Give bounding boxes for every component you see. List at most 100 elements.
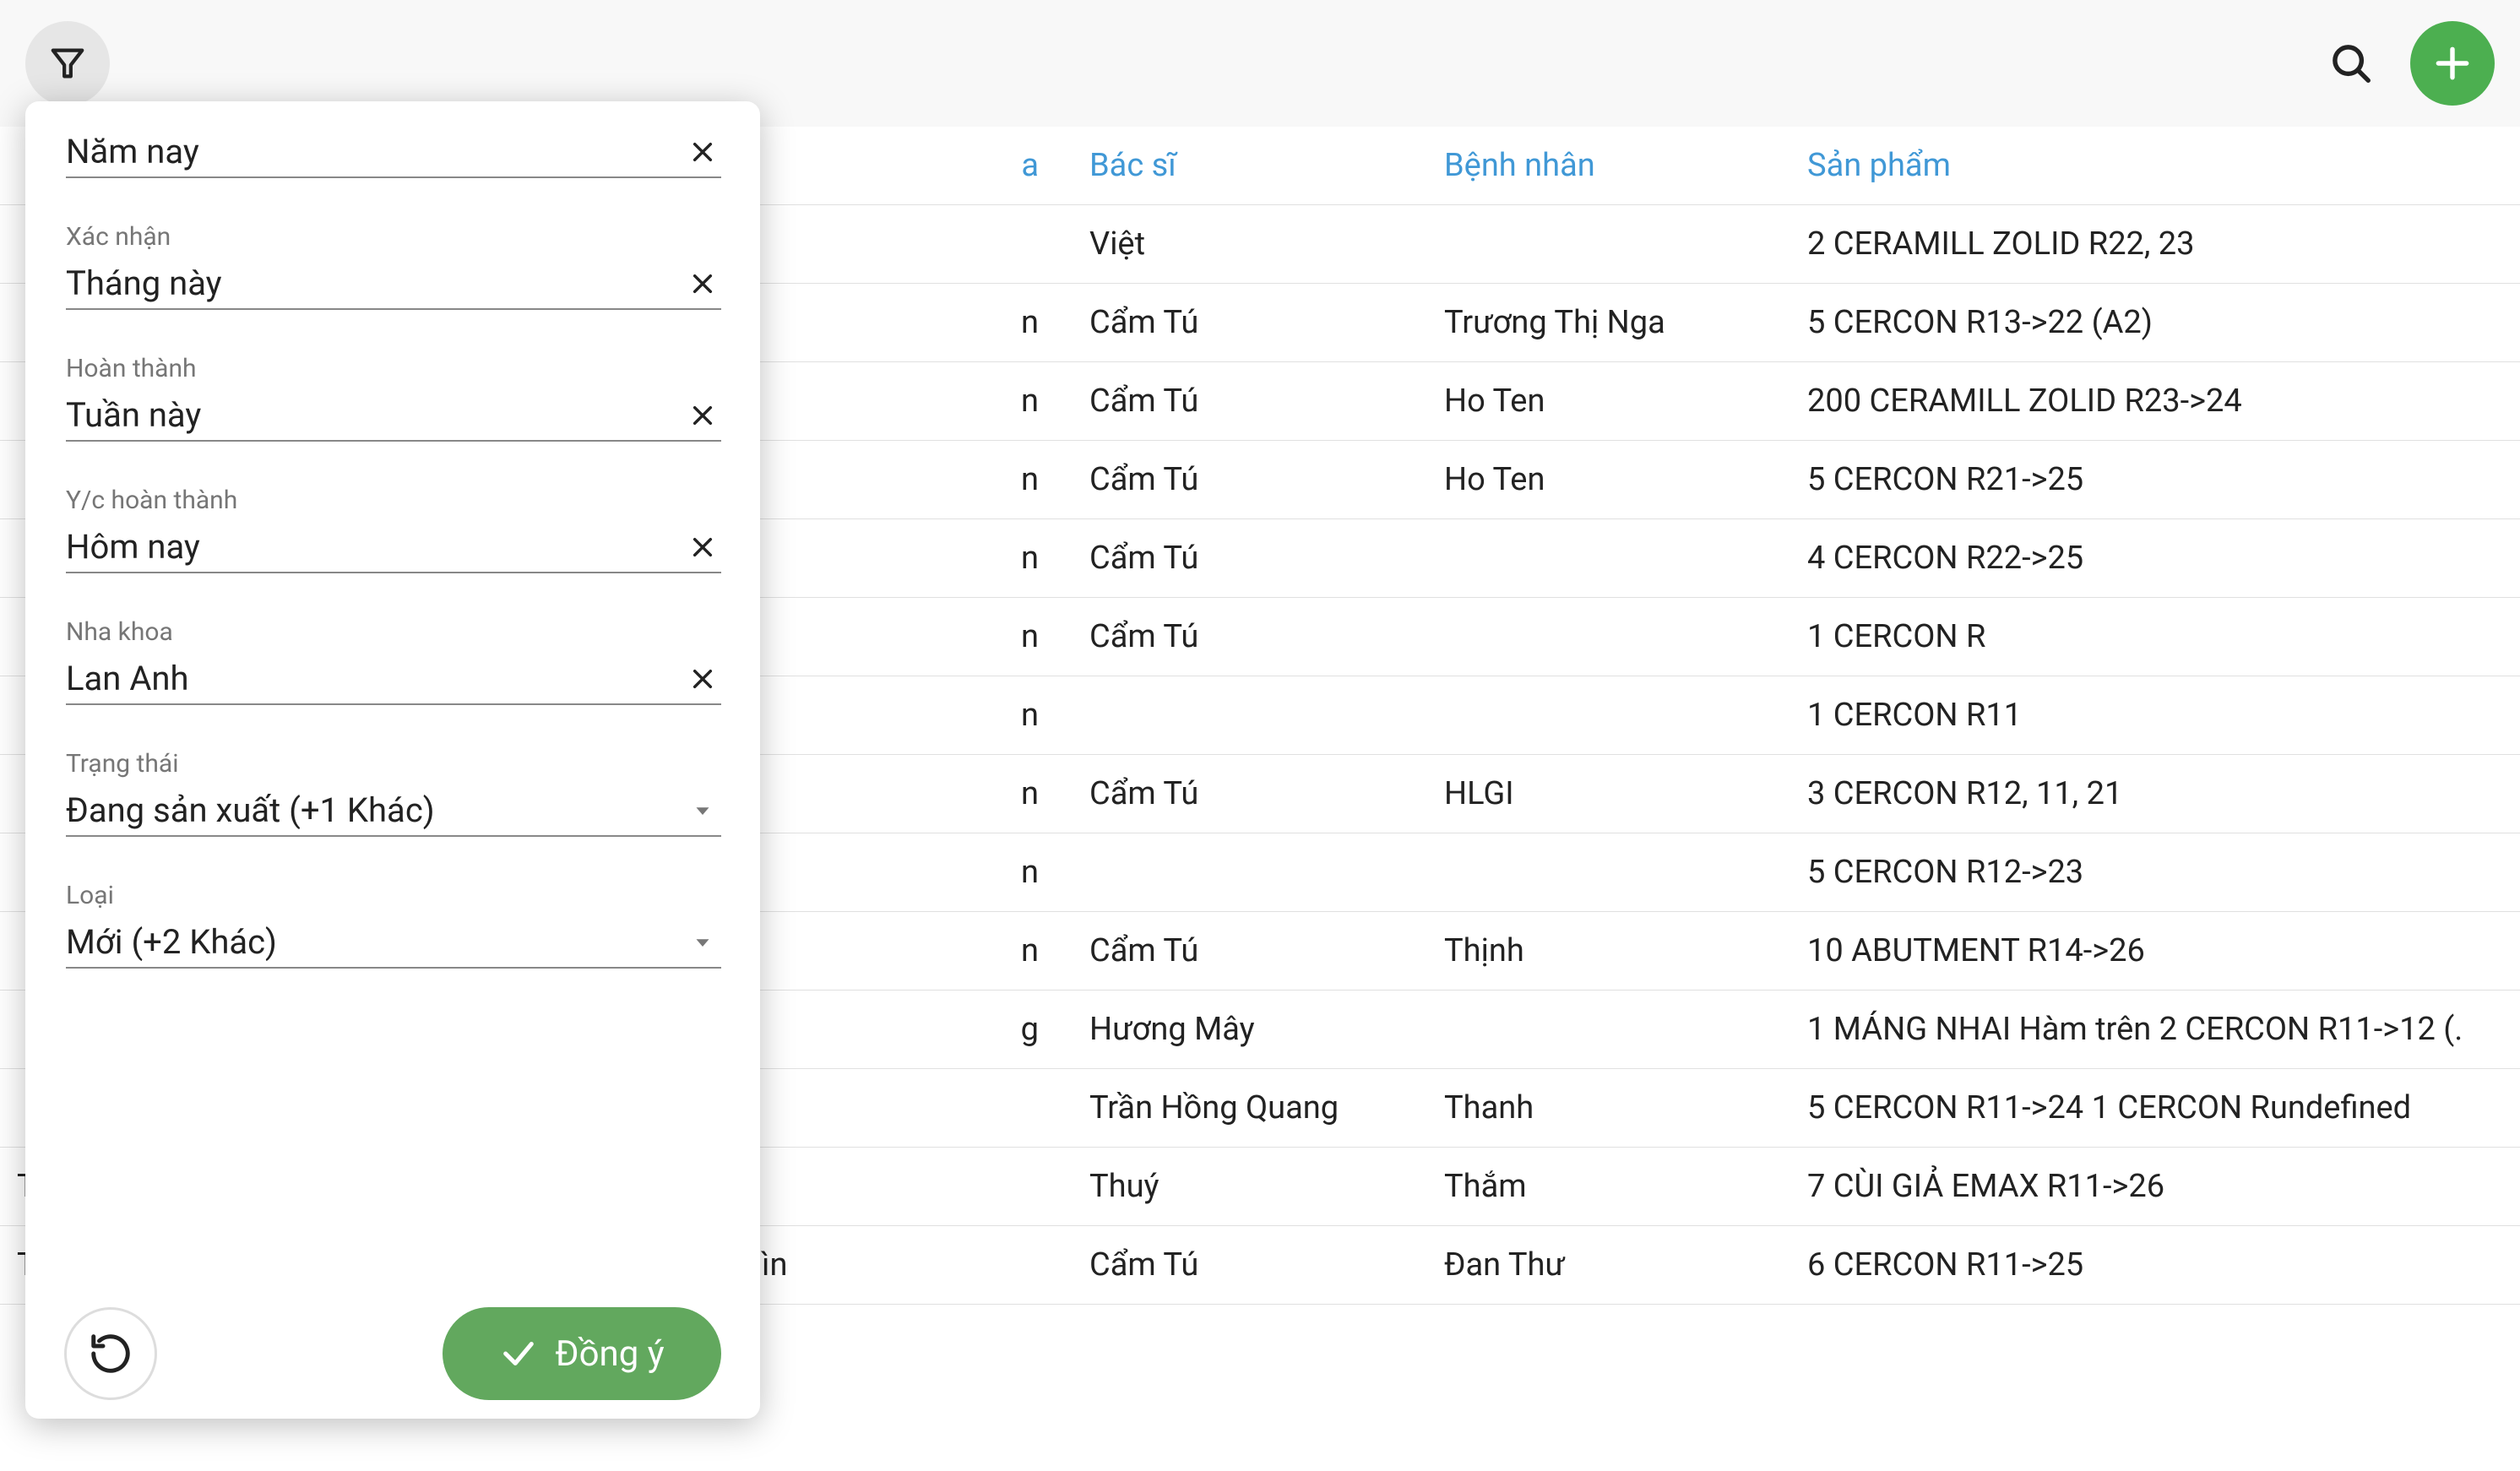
table-cell: 1 MÁNG NHAI Hàm trên 2 CERCON R11->12 (. [1790,991,2520,1069]
table-cell: 1 CERCON R11 [1790,676,2520,755]
table-cell [1427,598,1790,676]
filter-field-value: Đang sản xuất (+1 Khác) [66,790,684,830]
filter-field-value: Năm nay [66,132,684,171]
table-cell: Đan Thư [1427,1226,1790,1305]
table-cell: Cẩm Tú [1073,755,1427,833]
filter-field: Xác nhận Tháng này [66,222,752,310]
table-cell: 4 CERCON R22->25 [1790,519,2520,598]
clear-button[interactable] [684,660,721,698]
table-cell: 3 CERCON R12, 11, 21 [1790,755,2520,833]
table-cell: Cẩm Tú [1073,1226,1427,1305]
col-product[interactable]: Sản phẩm [1790,127,2520,205]
table-cell: 5 CERCON R13->22 (A2) [1790,284,2520,362]
table-cell: Cẩm Tú [1073,284,1427,362]
table-cell [1427,205,1790,284]
table-cell: Ho Ten [1427,362,1790,441]
filter-field: Hoàn thành Tuần này [66,354,752,442]
filter-panel: Năm nay Xác nhận Tháng này Hoàn thành Tuần n… [25,101,760,1419]
table-cell: Trương Thị Nga [1427,284,1790,362]
reset-button[interactable] [64,1307,157,1400]
col-patient[interactable]: Bệnh nhân [1427,127,1790,205]
close-icon [689,270,716,297]
table-cell: 1 CERCON R [1790,598,2520,676]
filter-field: Trạng thái Đang sản xuất (+1 Khác) [66,749,752,837]
filter-button[interactable] [25,21,110,106]
table-cell: Ho Ten [1427,441,1790,519]
clear-button[interactable] [684,265,721,302]
add-button[interactable] [2410,21,2495,106]
table-cell: Cẩm Tú [1073,598,1427,676]
table-cell: Cẩm Tú [1073,519,1427,598]
table-cell [1427,833,1790,912]
filter-field-label: Trạng thái [66,749,721,779]
apply-button[interactable]: Đồng ý [443,1307,721,1400]
filter-field: Nha khoa Lan Anh [66,617,752,705]
table-cell: Cẩm Tú [1073,912,1427,991]
filter-field-label: Nha khoa [66,617,721,647]
filter-icon [48,44,87,83]
filter-field-row[interactable]: Tháng này [66,258,721,310]
chevron-down-icon [690,930,715,955]
refresh-icon [88,1331,133,1376]
filter-field-row[interactable]: Lan Anh [66,654,721,705]
filter-field-label: Hoàn thành [66,354,721,383]
search-button[interactable] [2309,21,2393,106]
content: a Bác sĩ Bệnh nhân Sản phẩm Việt2 CERAMI… [0,127,2520,1305]
chevron-down-icon [690,798,715,823]
table-cell [1073,676,1427,755]
check-icon [499,1334,538,1373]
table-cell: 200 CERAMILL ZOLID R23->24 [1790,362,2520,441]
clear-button[interactable] [684,133,721,171]
filter-field: Năm nay [66,127,752,178]
table-cell: 7 CÙI GIẢ EMAX R11->26 [1790,1148,2520,1226]
table-cell: Cẩm Tú [1073,362,1427,441]
filter-field-value: Mới (+2 Khác) [66,922,684,962]
table-cell: 5 CERCON R12->23 [1790,833,2520,912]
filter-field-value: Hôm nay [66,527,684,567]
table-cell: 2 CERAMILL ZOLID R22, 23 [1790,205,2520,284]
filter-field-label: Y/c hoàn thành [66,486,721,515]
table-cell: HLGI [1427,755,1790,833]
table-cell: Cẩm Tú [1073,441,1427,519]
table-cell [1427,519,1790,598]
table-cell: Hương Mây [1073,991,1427,1069]
table-cell: Thanh [1427,1069,1790,1148]
table-cell: Thắm [1427,1148,1790,1226]
table-cell: Việt [1073,205,1427,284]
table-cell [1427,991,1790,1069]
filter-panel-actions: Đồng ý [25,1307,760,1400]
filter-field-value: Lan Anh [66,659,684,698]
close-icon [689,138,716,166]
clear-button[interactable] [684,397,721,434]
col-doctor[interactable]: Bác sĩ [1073,127,1427,205]
filter-field-row[interactable]: Mới (+2 Khác) [66,917,721,969]
close-icon [689,665,716,692]
dropdown-toggle[interactable] [684,792,721,829]
table-cell [1427,676,1790,755]
close-icon [689,402,716,429]
dropdown-toggle[interactable] [684,924,721,961]
table-cell: 6 CERCON R11->25 [1790,1226,2520,1305]
filter-field-value: Tháng này [66,263,684,303]
filter-field-row[interactable]: Đang sản xuất (+1 Khác) [66,785,721,837]
plus-icon [2431,42,2474,84]
filter-panel-scroll[interactable]: Năm nay Xác nhận Tháng này Hoàn thành Tuần n… [66,127,760,1275]
search-icon [2328,41,2374,86]
filter-field-row[interactable]: Năm nay [66,127,721,178]
filter-field: Loại Mới (+2 Khác) [66,881,752,969]
table-cell: Trần Hồng Quang [1073,1069,1427,1148]
filter-field: Y/c hoàn thành Hôm nay [66,486,752,573]
close-icon [689,534,716,561]
filter-field-row[interactable]: Hôm nay [66,522,721,573]
filter-field-value: Tuần này [66,395,684,435]
filter-field-label: Xác nhận [66,222,721,252]
filter-field-label: Loại [66,881,721,910]
filter-field-row[interactable]: Tuần này [66,390,721,442]
table-cell: 5 CERCON R21->25 [1790,441,2520,519]
table-cell: 5 CERCON R11->24 1 CERCON Rundefined [1790,1069,2520,1148]
clear-button[interactable] [684,529,721,566]
table-cell: Thịnh [1427,912,1790,991]
table-cell: 10 ABUTMENT R14->26 [1790,912,2520,991]
table-cell: Thuý [1073,1148,1427,1226]
apply-button-label: Đồng ý [555,1333,664,1375]
